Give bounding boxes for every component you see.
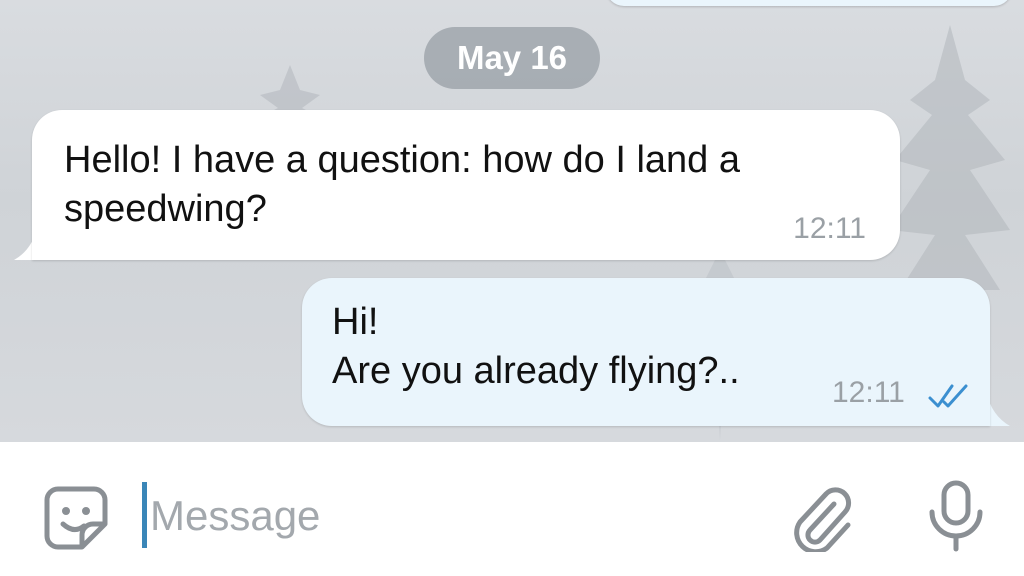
double-check-icon — [928, 384, 968, 408]
date-divider: May 16 — [424, 27, 600, 89]
message-input[interactable] — [150, 486, 750, 546]
incoming-message[interactable]: Hello! I have a question: how do I land … — [32, 110, 900, 260]
sticker-icon[interactable] — [42, 484, 110, 552]
message-text: Hello! I have a question: how do I land … — [64, 139, 741, 230]
message-composer — [0, 442, 1024, 576]
message-time: 12:11 — [793, 212, 866, 245]
microphone-icon[interactable] — [924, 480, 988, 552]
outgoing-message[interactable]: Hi! Are you already flying?.. 12:11 — [302, 278, 990, 426]
message-time: 12:11 — [832, 376, 905, 409]
paperclip-icon[interactable] — [790, 482, 856, 552]
previous-message-bubble — [606, 0, 1012, 6]
message-text: Hi! Are you already flying?.. — [332, 301, 740, 392]
text-cursor — [142, 482, 147, 548]
chat-area[interactable]: May 16 Hello! I have a question: how do … — [0, 0, 1024, 442]
